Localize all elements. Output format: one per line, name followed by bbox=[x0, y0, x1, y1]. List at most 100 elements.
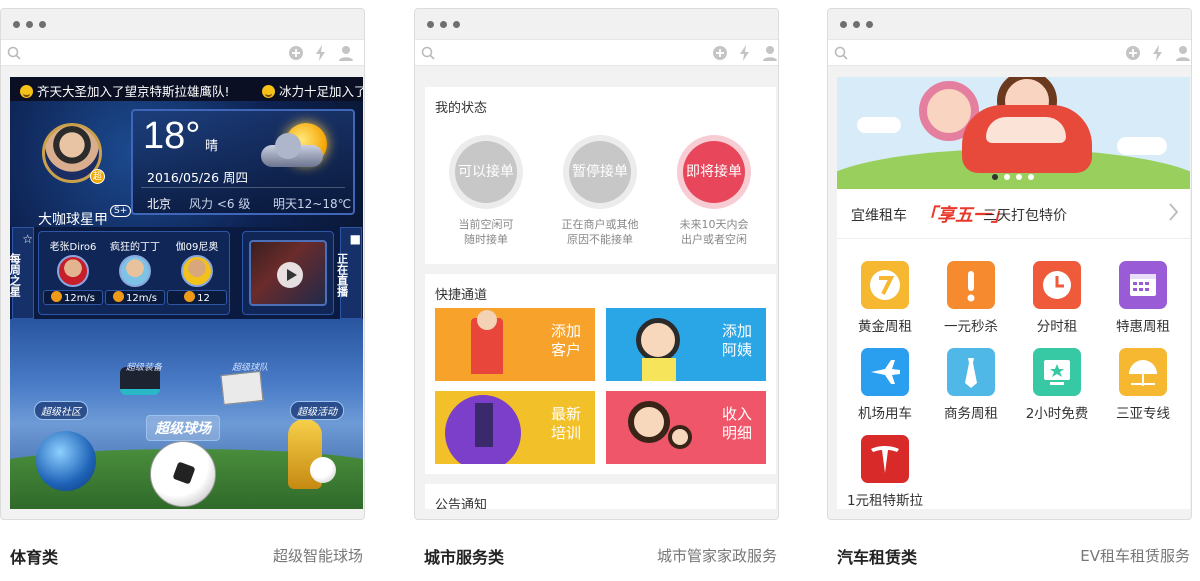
seven-icon bbox=[861, 261, 909, 309]
showcase: 齐天大圣加入了望京特斯拉雄鹰队! 冰力十足加入了 超 大咖球星甲 S+ 18° … bbox=[0, 0, 1200, 581]
target-badge-icon bbox=[184, 291, 196, 302]
status-option[interactable]: 暂停接单 正在商户或其他 原因不能接单 bbox=[545, 135, 655, 247]
service-label: 2小时免费 bbox=[1025, 406, 1089, 422]
car-illustration bbox=[962, 105, 1092, 173]
shortcut-label: 收入 明细 bbox=[722, 405, 752, 443]
service-hourly[interactable]: 分时租 bbox=[1014, 261, 1100, 335]
window-dot bbox=[26, 21, 33, 28]
apron-illustration bbox=[642, 358, 676, 381]
live-video-thumbnail[interactable] bbox=[249, 240, 327, 306]
carousel-dots[interactable] bbox=[987, 173, 1037, 181]
tie-icon bbox=[947, 348, 995, 396]
search-icon[interactable] bbox=[834, 46, 848, 60]
weather-tomorrow: 明天12~18℃ bbox=[273, 197, 352, 211]
zone-activity[interactable]: 超级活动 bbox=[290, 401, 344, 420]
window-titlebar bbox=[415, 9, 778, 39]
status-circle[interactable]: 即将接单 bbox=[677, 135, 751, 209]
sports-app-screen: 齐天大圣加入了望京特斯拉雄鹰队! 冰力十足加入了 超 大咖球星甲 S+ 18° … bbox=[10, 77, 363, 509]
status-circle[interactable]: 暂停接单 bbox=[563, 135, 637, 209]
add-icon[interactable] bbox=[712, 45, 728, 61]
status-desc-line: 出户或者空闲 bbox=[681, 233, 747, 246]
shortcut-add-customer[interactable]: 添加 客户 bbox=[435, 308, 595, 381]
user-icon[interactable] bbox=[1175, 45, 1191, 61]
face-illustration bbox=[477, 310, 497, 330]
shortcut-add-nanny[interactable]: 添加 阿姨 bbox=[606, 308, 766, 381]
service-tesla[interactable]: 1元租特斯拉 bbox=[842, 435, 928, 509]
promo-suffix: 三天打包特价 bbox=[983, 208, 1067, 224]
clock-icon bbox=[1033, 261, 1081, 309]
star-screen-icon bbox=[1033, 348, 1081, 396]
weekly-star-label: 每周之星 bbox=[10, 253, 22, 297]
service-label: 一元秒杀 bbox=[944, 319, 998, 335]
window-dot bbox=[866, 21, 873, 28]
weather-card[interactable]: 18° 晴 2016/05/26 周四 北京 风力 <6 级 明天12~18℃ bbox=[131, 109, 355, 215]
window-dot bbox=[453, 21, 460, 28]
status-desc-line: 正在商户或其他 bbox=[561, 218, 639, 231]
girl-illustration bbox=[628, 401, 670, 443]
service-weekly-deal[interactable]: 特惠周租 bbox=[1100, 261, 1186, 335]
service-business[interactable]: 商务周租 bbox=[928, 348, 1014, 422]
address-bar[interactable] bbox=[1, 39, 364, 66]
airplane-icon bbox=[861, 348, 909, 396]
ticker-item: 冰力十足加入了 bbox=[262, 81, 363, 100]
add-icon[interactable] bbox=[288, 45, 304, 61]
window-dot bbox=[39, 21, 46, 28]
player-stat-value: 12m/s bbox=[125, 293, 158, 304]
profile-weather-section: 超 大咖球星甲 S+ 18° 晴 2016/05/26 周四 北京 风力 <6 … bbox=[10, 101, 363, 228]
service-gold-week[interactable]: 黄金周租 bbox=[842, 261, 928, 335]
window-dot bbox=[427, 21, 434, 28]
notice-card[interactable]: 公告通知 bbox=[425, 484, 776, 509]
team-cards-icon bbox=[220, 370, 264, 406]
player-stat: 12m/s bbox=[105, 290, 165, 305]
lightning-icon[interactable] bbox=[315, 45, 327, 61]
lightning-icon[interactable] bbox=[1152, 45, 1164, 61]
caption-subtitle: 城市管家家政服务 bbox=[656, 547, 777, 565]
shortcut-income[interactable]: 收入 明细 bbox=[606, 391, 766, 464]
player-card[interactable]: 老张Diro6 12m/s bbox=[43, 238, 103, 305]
player-card[interactable]: 伽09尼奥 12 bbox=[167, 238, 227, 305]
weekly-star-players: 老张Diro6 12m/s 疯狂的丁丁 12m/s 伽09尼奥 12 bbox=[38, 231, 230, 315]
weekly-star-tab[interactable]: ☆ 每周之星 bbox=[10, 227, 34, 319]
player-card[interactable]: 疯狂的丁丁 12m/s bbox=[105, 238, 165, 305]
browser-window-city: 我的状态 可以接单 当前空闲可 随时接单 暂停接单 正在商户或其他 原因不能接单 即… bbox=[414, 8, 779, 520]
live-tab[interactable]: ■ 正在直播 bbox=[336, 227, 362, 319]
zone-community[interactable]: 超级社区 bbox=[34, 401, 88, 420]
globe-icon bbox=[36, 431, 96, 491]
ticker-text: 齐天大圣加入了望京特斯拉雄鹰队! bbox=[37, 84, 230, 99]
cloud-icon bbox=[261, 133, 323, 167]
search-icon[interactable] bbox=[421, 46, 435, 60]
promo-strip[interactable]: 宜维租车 「享五一」 三天打包特价 bbox=[837, 189, 1190, 239]
add-icon[interactable] bbox=[1125, 45, 1141, 61]
zone-team[interactable]: 超级球队 bbox=[226, 359, 274, 374]
city-app-screen: 我的状态 可以接单 当前空闲可 随时接单 暂停接单 正在商户或其他 原因不能接单 即… bbox=[424, 77, 777, 509]
status-desc-line: 未来10天内会 bbox=[679, 218, 749, 231]
status-title: 我的状态 bbox=[435, 101, 488, 116]
service-sanya-line[interactable]: 三亚专线 bbox=[1100, 348, 1186, 422]
shortcut-label-line: 培训 bbox=[550, 424, 581, 442]
lightning-icon[interactable] bbox=[739, 45, 751, 61]
search-icon[interactable] bbox=[7, 46, 21, 60]
shortcut-label-line: 添加 bbox=[550, 322, 581, 340]
play-icon[interactable] bbox=[277, 262, 303, 288]
player-avatar bbox=[57, 255, 89, 287]
user-icon[interactable] bbox=[762, 45, 778, 61]
service-one-yuan-flash[interactable]: 一元秒杀 bbox=[928, 261, 1014, 335]
promo-banner[interactable] bbox=[837, 77, 1190, 189]
user-icon[interactable] bbox=[338, 45, 354, 61]
status-option[interactable]: 可以接单 当前空闲可 随时接单 bbox=[431, 135, 541, 247]
chevron-right-icon[interactable] bbox=[1168, 203, 1178, 221]
address-bar[interactable] bbox=[828, 39, 1191, 66]
service-airport[interactable]: 机场用车 bbox=[842, 348, 928, 422]
service-two-hours-free[interactable]: 2小时免费 bbox=[1014, 348, 1100, 422]
service-label: 黄金周租 bbox=[858, 319, 912, 335]
status-circle[interactable]: 可以接单 bbox=[449, 135, 523, 209]
status-option[interactable]: 即将接单 未来10天内会 出户或者空闲 bbox=[659, 135, 769, 247]
zone-equipment[interactable]: 超级装备 bbox=[120, 359, 168, 374]
zone-stadium[interactable]: 超级球场 bbox=[146, 415, 220, 441]
address-bar[interactable] bbox=[415, 39, 778, 66]
live-tab-label: 正在直播 bbox=[335, 253, 349, 297]
umbrella-icon bbox=[1119, 348, 1167, 396]
cloud-illustration bbox=[857, 117, 901, 133]
live-stream-card[interactable] bbox=[242, 231, 334, 315]
shortcut-training[interactable]: 最新 培训 bbox=[435, 391, 595, 464]
